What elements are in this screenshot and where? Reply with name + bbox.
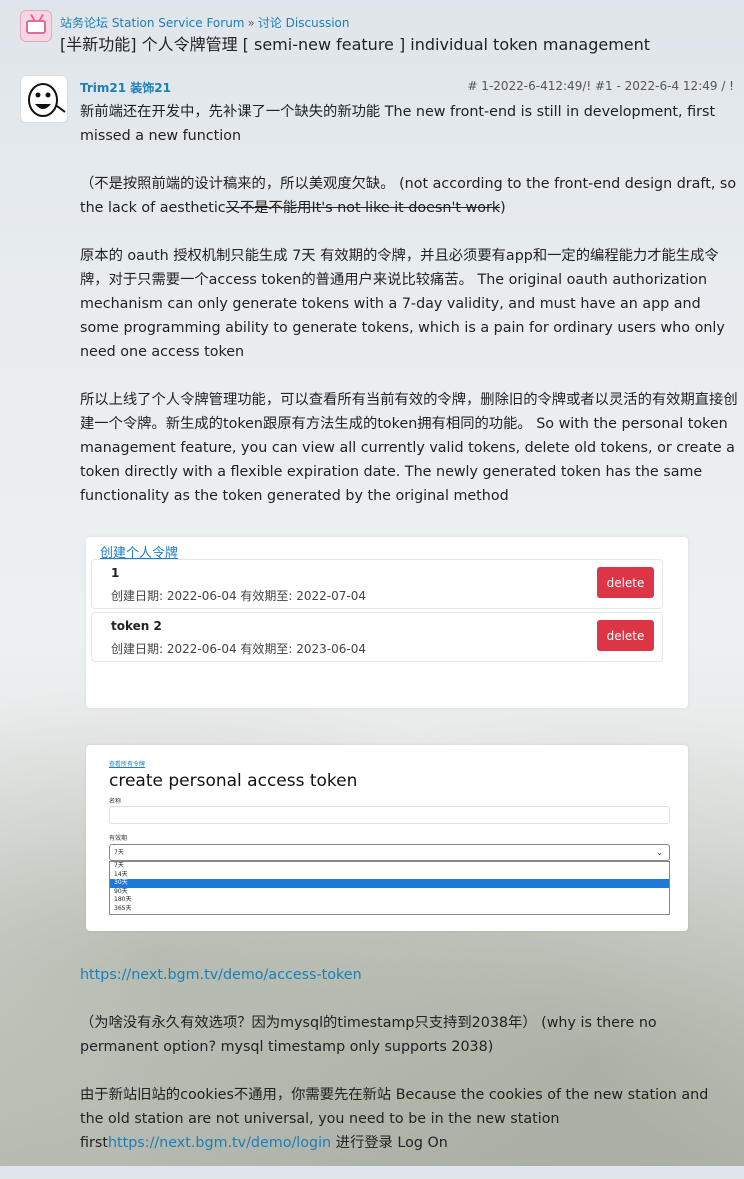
chevron-down-icon: ⌄	[656, 848, 663, 857]
breadcrumb-forum-link[interactable]: 站务论坛 Station Service Forum	[60, 16, 245, 30]
token-dates: 创建日期: 2022-06-04 有效期至: 2022-07-04	[111, 589, 367, 603]
token-dates: 创建日期: 2022-06-04 有效期至: 2023-06-04	[111, 642, 367, 656]
access-token-demo-link[interactable]: https://next.bgm.tv/demo/access-token	[80, 967, 362, 983]
expiry-option[interactable]: 14天	[110, 871, 669, 880]
paragraph-feature: 所以上线了个人令牌管理功能，可以查看所有当前有效的令牌，删除旧的令牌或者以灵活的…	[80, 392, 738, 504]
delete-button[interactable]: delete	[597, 567, 654, 598]
paragraph-intro: 新前端还在开发中，先补课了一个缺失的新功能 The new front-end …	[80, 104, 716, 144]
tv-icon	[20, 10, 52, 42]
token-name: 1	[111, 566, 120, 580]
topic-header: 站务论坛 Station Service Forum» 讨论 Discussion…	[20, 10, 734, 54]
cookies-text-end: 进行登录 Log On	[331, 1135, 448, 1151]
paragraph-design-note: （不是按照前端的设计稿来的，所以美观度欠缺。 (not according to…	[80, 172, 740, 220]
name-label: 名称	[109, 798, 122, 805]
token-card: token 2 创建日期: 2022-06-04 有效期至: 2023-06-0…	[91, 612, 663, 662]
username-link[interactable]: Trim21 装饰21	[80, 79, 171, 96]
expiry-select[interactable]: 7天 ⌄	[109, 844, 670, 861]
expiry-option[interactable]: 7天	[110, 862, 669, 871]
post-meta: # 1-2022-6-412:49/! #1 - 2022-6-4 12:49 …	[467, 79, 734, 93]
name-input[interactable]	[109, 806, 670, 824]
post-body-lower: https://next.bgm.tv/demo/access-token （为…	[80, 963, 730, 1179]
expiry-option[interactable]: 365天	[110, 905, 669, 914]
paragraph-oauth: 原本的 oauth 授权机制只能生成 7天 有效期的令牌，并且必须要有app和一…	[80, 248, 725, 360]
form-heading: create personal access token	[109, 771, 358, 791]
breadcrumb-separator: »	[247, 16, 255, 30]
strikethrough-text: 又不是不能用It's not like it doesn't work	[225, 200, 501, 216]
avatar[interactable]	[20, 75, 68, 123]
avatar-face-icon	[28, 83, 66, 117]
expiry-options-list: 7天 14天 30天 90天 180天 365天	[109, 861, 670, 915]
page-title: [半新功能] 个人令牌管理 [ semi-new feature ] indiv…	[60, 35, 651, 54]
design-note-end: )	[500, 200, 506, 216]
paragraph-cookies: 由于新站旧站的cookies不通用，你需要先在新站 Because the co…	[80, 1083, 730, 1155]
expiry-option-highlighted[interactable]: 30天	[110, 879, 669, 888]
token-card: 1 创建日期: 2022-06-04 有效期至: 2022-07-04 dele…	[91, 559, 663, 609]
create-token-screenshot: 查看所有令牌 create personal access token 名称 有…	[86, 745, 688, 931]
view-all-tokens-link[interactable]: 查看所有令牌	[109, 759, 145, 768]
breadcrumb: 站务论坛 Station Service Forum» 讨论 Discussion	[60, 14, 350, 31]
expiry-option[interactable]: 90天	[110, 888, 669, 897]
paragraph-mysql: （为啥没有永久有效选项？因为mysql的timestamp只支持到2038年） …	[80, 1015, 657, 1055]
expiry-selected-value: 7天	[114, 849, 124, 856]
expiry-label: 有效期	[109, 835, 128, 842]
token-list-screenshot: 创建个人令牌 1 创建日期: 2022-06-04 有效期至: 2022-07-…	[86, 537, 688, 708]
expiry-option[interactable]: 180天	[110, 896, 669, 905]
login-demo-link[interactable]: https://next.bgm.tv/demo/login	[108, 1135, 331, 1151]
breadcrumb-category-link[interactable]: 讨论 Discussion	[258, 16, 350, 30]
token-name: token 2	[111, 619, 162, 633]
post-body: 新前端还在开发中，先补课了一个缺失的新功能 The new front-end …	[80, 100, 740, 532]
delete-button[interactable]: delete	[597, 620, 654, 651]
